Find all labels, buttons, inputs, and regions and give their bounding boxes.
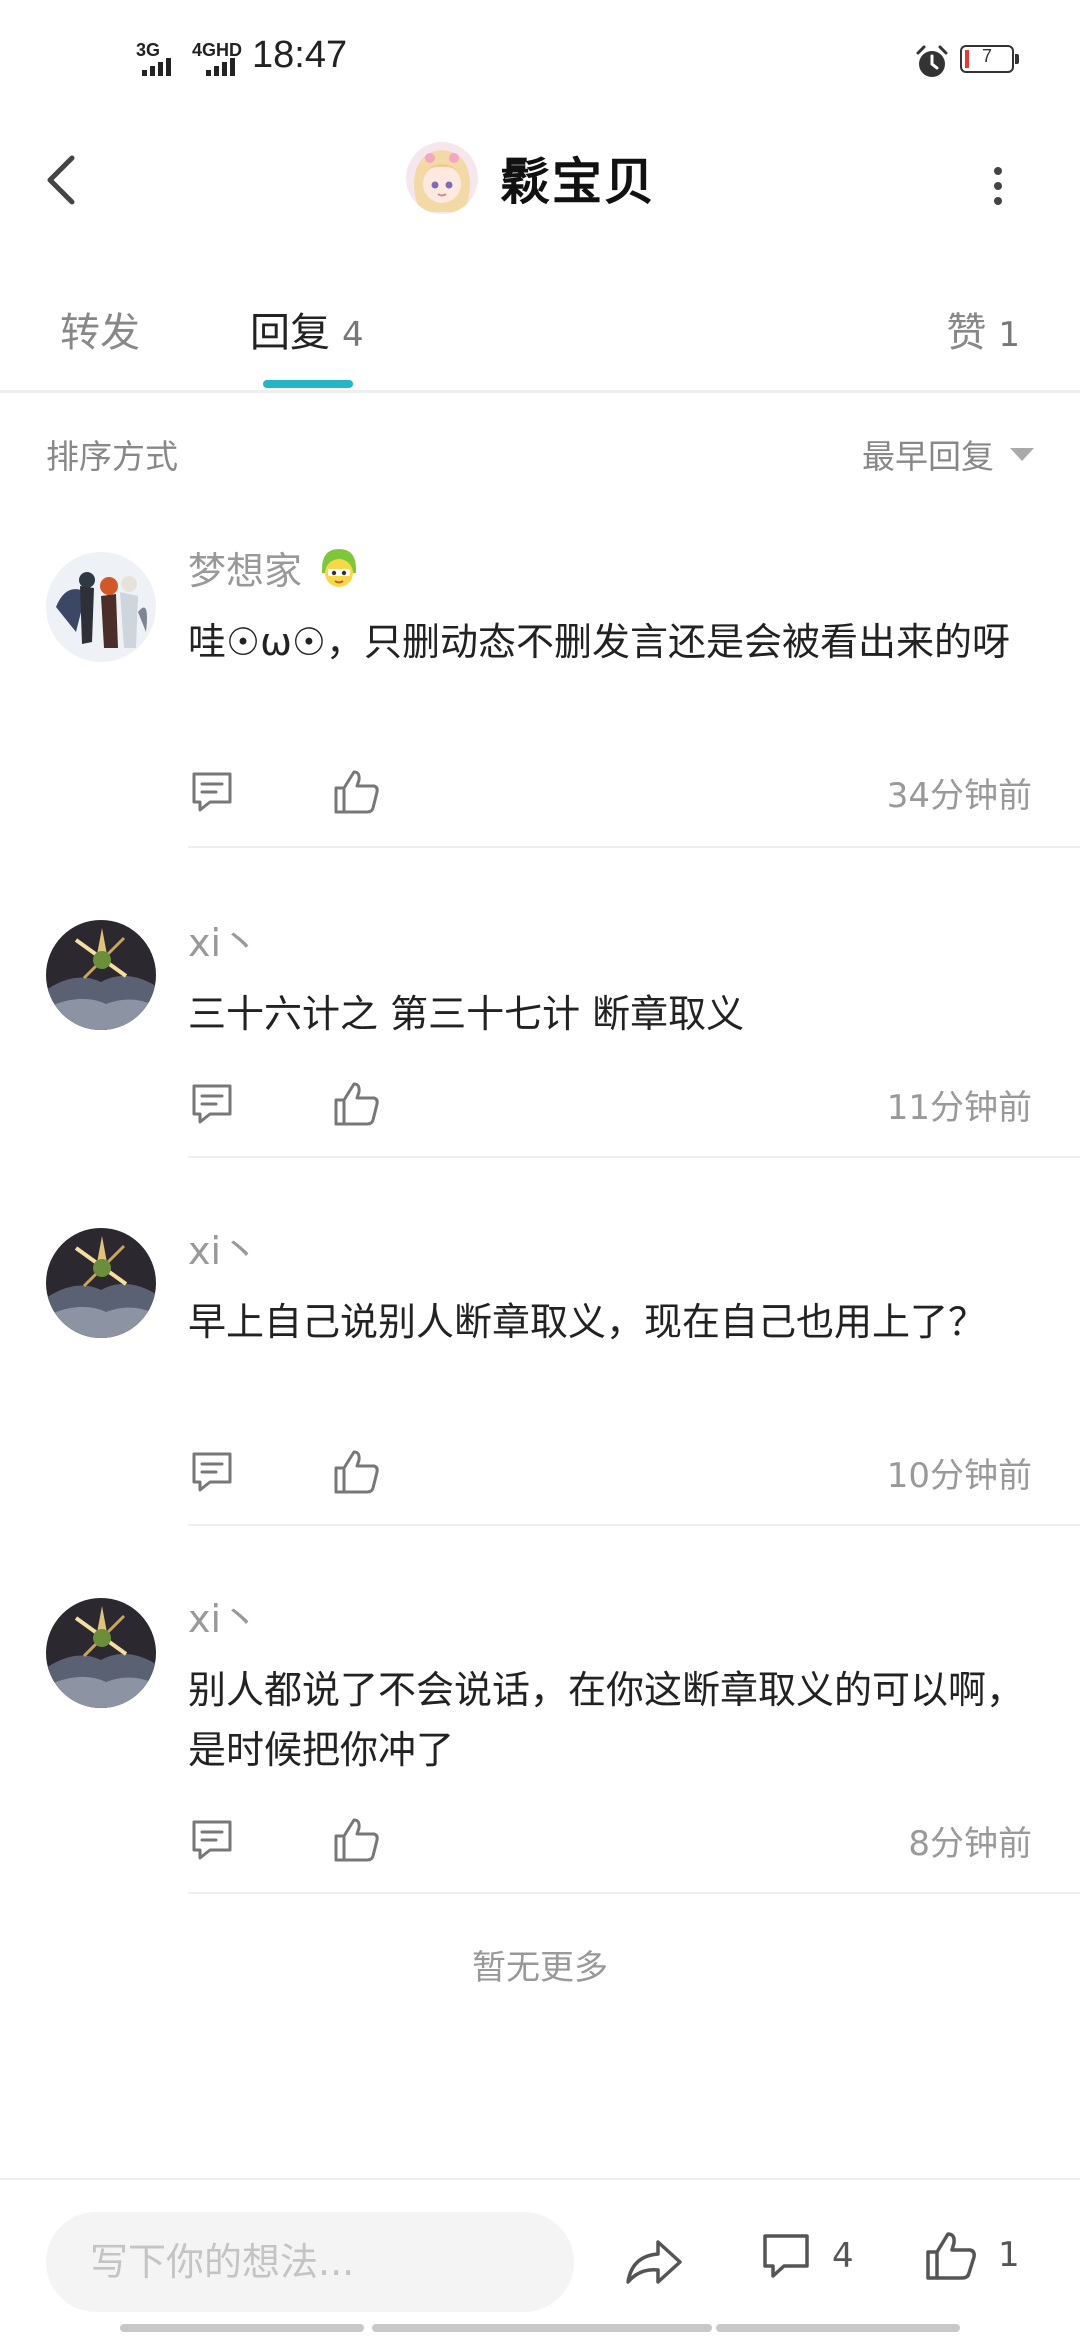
home-indicator	[120, 2324, 364, 2332]
reply-icon[interactable]	[188, 1816, 236, 1864]
reply-icon[interactable]	[188, 1448, 236, 1496]
like-count: 1	[998, 2235, 1020, 2275]
author-name: xi丶	[188, 921, 260, 965]
no-more-text: 暂无更多	[472, 1948, 608, 1988]
divider	[188, 1892, 1080, 1894]
home-indicator	[716, 2324, 960, 2332]
author-name: xi丶	[188, 1229, 260, 1273]
comment-icon	[763, 2234, 809, 2278]
status-time: 18:47	[252, 34, 348, 76]
status-bar: 3G 4GHD 18:47 7	[0, 0, 1080, 120]
tab-bar: 转发 回复 4 赞1	[0, 270, 1080, 393]
avatar	[406, 142, 478, 214]
comment-input[interactable]	[46, 2212, 574, 2312]
thumbs-up-icon	[926, 2232, 976, 2280]
tab-label: 回复	[250, 310, 330, 356]
tab-like[interactable]: 赞1	[946, 300, 1020, 358]
active-tab-indicator	[263, 380, 353, 388]
comment-time: 8分钟前	[908, 1824, 1032, 1864]
comment-author[interactable]: xi丶	[188, 912, 259, 967]
tab-count: 4	[342, 315, 364, 355]
more-vertical-icon[interactable]	[986, 162, 1010, 210]
thumbs-up-icon[interactable]	[332, 1078, 382, 1128]
home-indicator	[372, 2324, 712, 2332]
screen: 3G 4GHD 18:47 7 鬏宝贝 转发 回复 4 赞 1 排序方式 最早回…	[0, 0, 1080, 2340]
thumbs-up-icon[interactable]	[332, 1814, 382, 1864]
share-icon[interactable]	[624, 2236, 684, 2288]
avatar-badge-icon	[322, 548, 357, 587]
sort-row: 排序方式 最早回复	[0, 420, 1080, 480]
divider	[188, 1156, 1080, 1158]
divider	[188, 1524, 1080, 1526]
comment-time: 34分钟前	[886, 776, 1032, 816]
divider	[188, 846, 1080, 848]
comment-author[interactable]: xi丶	[188, 1588, 259, 1643]
thumbs-up-icon[interactable]	[332, 1446, 382, 1496]
avatar[interactable]	[46, 1598, 156, 1708]
reply-icon[interactable]	[188, 1080, 236, 1128]
like-button[interactable]: 1	[924, 2228, 1020, 2282]
page-title-group[interactable]: 鬏宝贝	[406, 142, 656, 214]
caret-down-icon[interactable]	[1010, 448, 1034, 461]
battery-icon: 7	[960, 45, 1019, 73]
comment-author[interactable]: xi丶	[188, 1220, 259, 1275]
comment-text: 早上自己说别人断章取义，现在自己也用上了？	[188, 1300, 987, 1344]
tab-label: 转发	[60, 310, 140, 356]
tab-forward[interactable]: 转发	[60, 300, 140, 358]
page-title: 鬏宝贝	[500, 153, 656, 211]
alarm-icon	[916, 45, 948, 77]
avatar[interactable]	[46, 552, 156, 662]
chevron-left-icon[interactable]	[40, 150, 84, 210]
sort-dropdown[interactable]: 最早回复	[862, 430, 994, 478]
comment-actions: 10分钟前	[188, 1442, 1038, 1502]
comment-count: 4	[832, 2236, 854, 2276]
author-name: 梦想家	[188, 549, 303, 593]
tab-reply[interactable]: 回复 4	[250, 300, 364, 358]
comment-time: 11分钟前	[886, 1088, 1032, 1128]
comment-text: 别人都说了不会说话，在你这断章取义的可以啊，是时候把你冲了	[188, 1668, 1025, 1772]
avatar[interactable]	[46, 920, 156, 1030]
battery-level: 7	[981, 46, 992, 66]
comment-text: 三十六计之 第三十七计 断章取义	[188, 992, 745, 1036]
comment-actions: 8分钟前	[188, 1810, 1038, 1870]
sort-label: 排序方式	[46, 437, 178, 476]
comment-text: 哇☉ω☉，只删动态不删发言还是会被看出来的呀	[188, 620, 1010, 664]
comment-button[interactable]: 4	[760, 2230, 854, 2282]
tab-count: 1	[998, 315, 1020, 355]
avatar[interactable]	[46, 1228, 156, 1338]
comment-author[interactable]: 梦想家	[188, 540, 364, 595]
author-name: xi丶	[188, 1597, 260, 1641]
tab-label: 赞	[946, 310, 987, 356]
comment-actions: 34分钟前	[188, 762, 1038, 822]
header: 鬏宝贝	[0, 120, 1080, 240]
comment-time: 10分钟前	[886, 1456, 1032, 1496]
reply-icon[interactable]	[188, 768, 236, 816]
bottom-bar: 4 1	[0, 2178, 1080, 2340]
thumbs-up-icon[interactable]	[332, 766, 382, 816]
comment-actions: 11分钟前	[188, 1074, 1038, 1134]
